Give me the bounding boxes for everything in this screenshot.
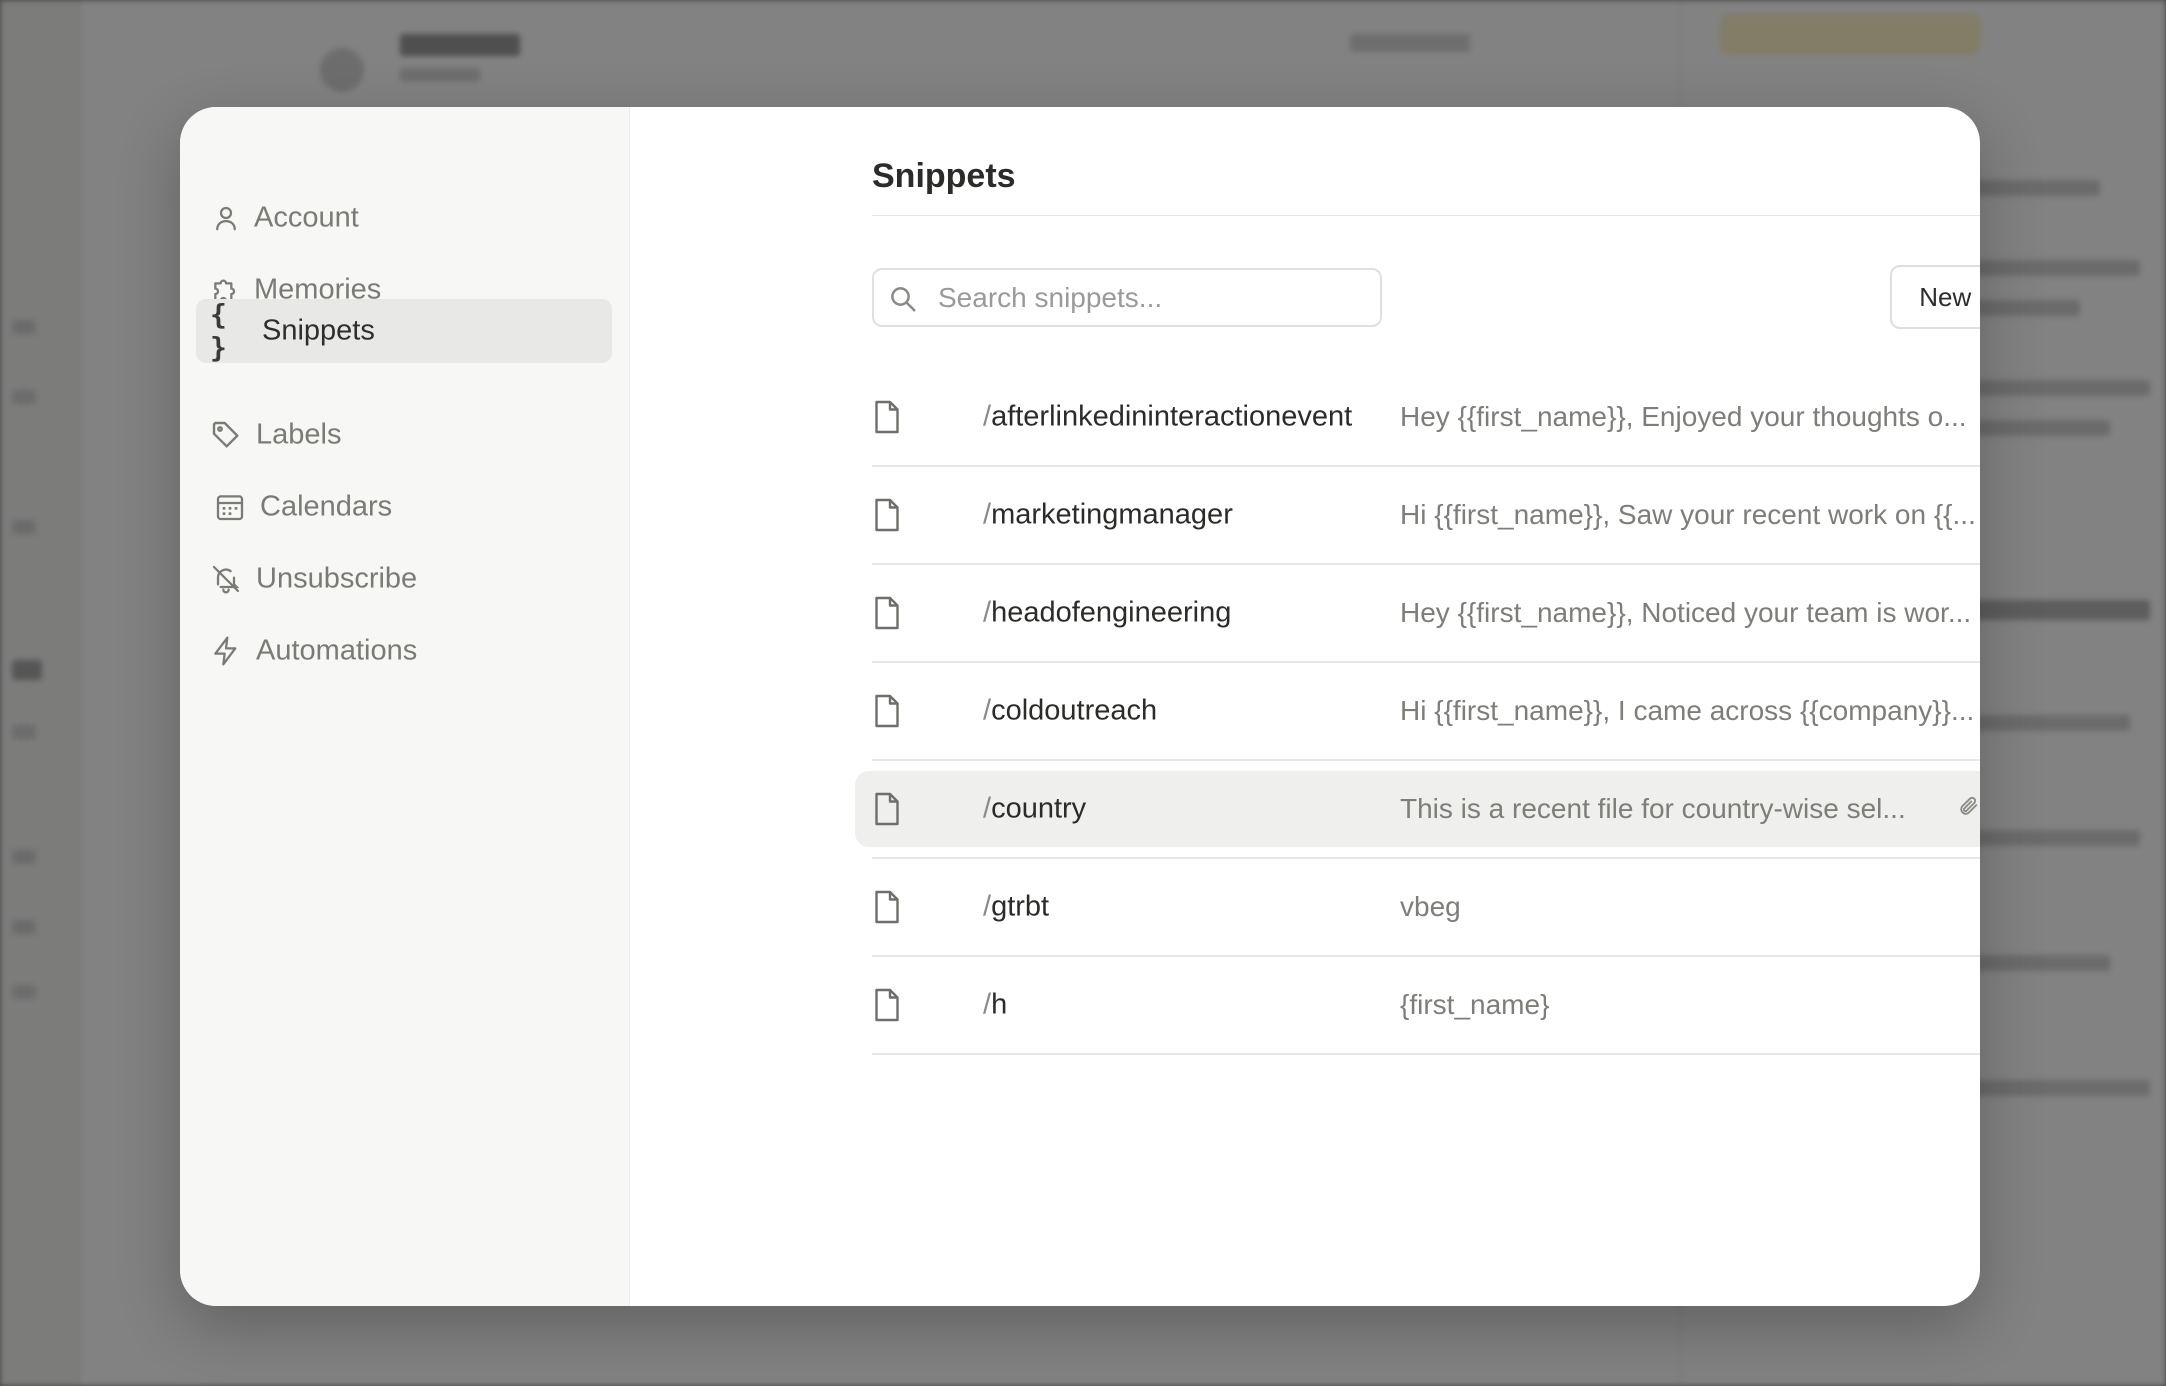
snippet-slash: /: [983, 498, 992, 531]
file-icon: [872, 889, 902, 925]
snippet-preview: This is a recent file for country-wise s…: [1400, 793, 1906, 824]
snippet-slash: /: [983, 792, 992, 825]
snippet-name-text: h: [991, 988, 1008, 1021]
lightning-icon: [210, 635, 242, 667]
page-title: Snippets: [872, 157, 1016, 195]
calendar-icon: [214, 491, 246, 523]
braces-icon: { }: [210, 298, 229, 364]
snippet-row[interactable]: /gtrbt vbeg: [872, 859, 1980, 957]
snippet-name-text: marketingmanager: [991, 498, 1233, 531]
settings-sidebar: Account Memories { } Snippets Labels Cal…: [180, 107, 630, 1306]
search-input[interactable]: [936, 278, 1370, 318]
snippet-name-text: afterlinkedininteractionevent: [991, 400, 1353, 433]
sidebar-item-label: Unsubscribe: [256, 562, 418, 595]
sidebar-item-label: Automations: [256, 634, 418, 667]
user-icon: [210, 202, 242, 234]
file-icon: [872, 693, 902, 729]
settings-modal: Account Memories { } Snippets Labels Cal…: [180, 107, 1980, 1306]
snippet-name: /country: [983, 793, 1086, 826]
snippets-panel: Snippets New Snippet /afterlinkedininter…: [630, 107, 1980, 1306]
snippet-name: /h: [983, 989, 1007, 1022]
snippet-row[interactable]: /country This is a recent file for countr…: [855, 761, 1980, 859]
title-divider: [872, 215, 1980, 216]
sidebar-item-snippets[interactable]: { } Snippets: [196, 298, 612, 364]
file-icon: [872, 399, 902, 435]
snippet-row[interactable]: /h {first_name}: [872, 957, 1980, 1055]
snippet-slash: /: [983, 988, 992, 1021]
snippet-name-text: headofengineering: [991, 596, 1232, 629]
snippet-preview: Hi {{first_name}}, I came across {{compa…: [1400, 695, 1975, 726]
sidebar-item-label: Labels: [256, 418, 342, 451]
file-icon: [872, 791, 902, 827]
snippet-slash: /: [983, 596, 992, 629]
tag-icon: [210, 419, 242, 451]
bell-off-icon: [210, 563, 242, 595]
snippet-name-text: gtrbt: [991, 890, 1050, 923]
snippet-preview: Hey {{first_name}}, Enjoyed your thought…: [1400, 401, 1967, 432]
snippet-name-text: coldoutreach: [991, 694, 1158, 727]
sidebar-item-label: Snippets: [262, 314, 375, 347]
snippet-list: /afterlinkedininteractionevent Hey {{firs…: [855, 369, 1980, 1055]
snippet-name: /marketingmanager: [983, 499, 1233, 532]
sidebar-item-label: Calendars: [260, 490, 393, 523]
snippet-slash: /: [983, 694, 992, 727]
snippet-preview: vbeg: [1400, 891, 1461, 922]
sidebar-item-automations[interactable]: Automations: [196, 619, 612, 683]
snippet-name: /coldoutreach: [983, 695, 1157, 728]
snippet-name-text: country: [991, 792, 1087, 825]
attachment-count: 1: [1958, 794, 1980, 824]
file-icon: [872, 497, 902, 533]
snippet-name: /gtrbt: [983, 891, 1049, 924]
snippet-row[interactable]: /headofengineering Hey {{first_name}}, No…: [872, 565, 1980, 663]
snippet-name: /afterlinkedininteractionevent: [983, 401, 1352, 434]
search-icon: [888, 284, 918, 314]
snippet-row[interactable]: /afterlinkedininteractionevent Hey {{firs…: [872, 369, 1980, 467]
sidebar-item-account[interactable]: Account: [196, 186, 612, 250]
snippet-slash: /: [983, 400, 992, 433]
snippet-slash: /: [983, 890, 992, 923]
sidebar-item-label: Account: [254, 201, 359, 234]
sidebar-item-unsubscribe[interactable]: Unsubscribe: [196, 547, 612, 611]
sidebar-item-labels[interactable]: Labels: [196, 403, 612, 467]
new-snippet-button[interactable]: New Snippet: [1890, 265, 1980, 329]
paperclip-icon: [1958, 794, 1980, 824]
snippet-preview: Hey {{first_name}}, Noticed your team is…: [1400, 597, 1972, 628]
file-icon: [872, 595, 902, 631]
snippet-row[interactable]: /coldoutreach Hi {{first_name}}, I came a…: [872, 663, 1980, 761]
snippet-row[interactable]: /marketingmanager Hi {{first_name}}, Saw …: [872, 467, 1980, 565]
search-box[interactable]: [872, 268, 1382, 327]
snippet-preview: Hi {{first_name}}, Saw your recent work …: [1400, 499, 1976, 530]
file-icon: [872, 987, 902, 1023]
sidebar-item-calendars[interactable]: Calendars: [196, 475, 612, 539]
snippet-name: /headofengineering: [983, 597, 1231, 630]
snippet-preview: {first_name}: [1400, 989, 1550, 1020]
